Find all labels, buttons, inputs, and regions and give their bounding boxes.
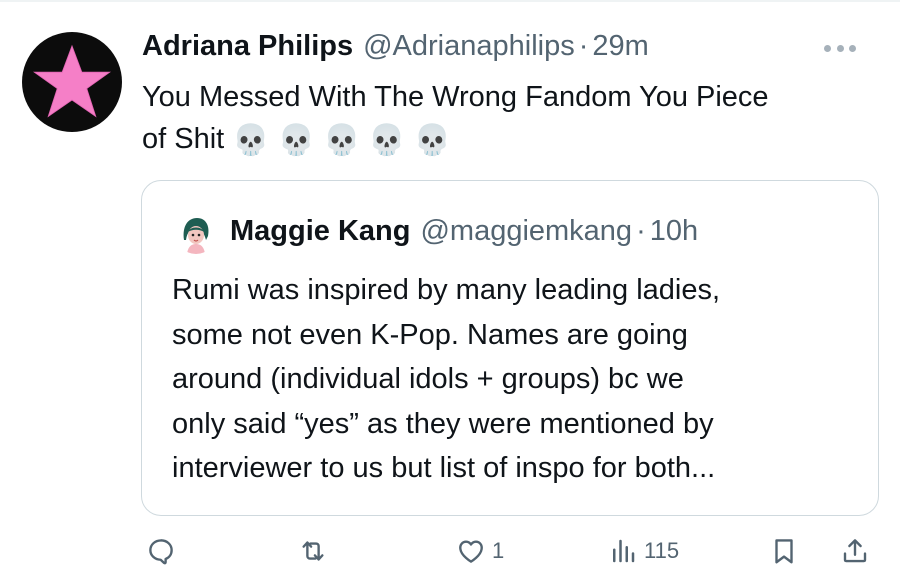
quoted-text-line: interviewer to us but list of inspo for … xyxy=(172,452,716,484)
skull-emoji: 💀 xyxy=(413,124,452,157)
like-count: 1 xyxy=(492,538,505,563)
reply-button[interactable] xyxy=(146,536,182,566)
quoted-author-avatar[interactable] xyxy=(176,214,216,254)
author-avatar[interactable] xyxy=(22,32,122,132)
author-handle[interactable]: @Adrianaphilips xyxy=(363,30,575,63)
quoted-author-handle[interactable]: @maggiemkang xyxy=(420,215,632,248)
quoted-text-line: only said “yes” as they were mentioned b… xyxy=(172,407,714,440)
quoted-text-line: Rumi was inspired by many leading ladies… xyxy=(172,274,721,306)
share-icon xyxy=(843,539,867,563)
share-button[interactable] xyxy=(840,536,870,566)
more-options-button[interactable] xyxy=(820,38,860,58)
tweet-text: You Messed With The Wrong Fandom You Pie… xyxy=(142,76,882,162)
heart-icon xyxy=(459,540,483,563)
tweet-header: Adriana Philips @Adrianaphilips · 29m xyxy=(142,30,649,70)
skull-emoji: 💀 xyxy=(368,124,406,157)
pink-star-icon xyxy=(33,44,111,118)
more-dot-icon xyxy=(849,44,856,52)
views-count: 115 xyxy=(644,538,680,563)
retweet-icon xyxy=(302,541,324,561)
quoted-tweet-time[interactable]: 10h xyxy=(650,215,698,248)
retweet-button[interactable] xyxy=(298,536,334,566)
bookmark-icon xyxy=(775,539,793,564)
reply-icon xyxy=(149,539,173,565)
quoted-tweet-card[interactable]: Maggie Kang @maggiemkang · 10h Rumi was … xyxy=(141,180,879,516)
quoted-author-name[interactable]: Maggie Kang xyxy=(230,215,410,248)
quoted-text-line: some not even K-Pop. Names are going xyxy=(172,318,688,351)
top-divider xyxy=(0,0,900,2)
bookmark-button[interactable] xyxy=(769,536,799,566)
views-bar-chart-icon xyxy=(613,539,635,563)
separator-dot: · xyxy=(636,215,646,247)
separator-dot: · xyxy=(578,30,589,62)
like-button[interactable]: 1 xyxy=(456,536,504,566)
quoted-tweet-text: Rumi was inspired by many leading ladies… xyxy=(172,268,862,491)
views-button[interactable]: 115 xyxy=(608,536,679,566)
quoted-text-line: around (individual idols + groups) bc we xyxy=(172,363,684,395)
tweet-text-line: You Messed With The Wrong Fandom You Pie… xyxy=(142,81,769,113)
skull-emoji: 💀 xyxy=(232,124,270,157)
action-bar: 1 115 xyxy=(0,530,900,580)
cartoon-girl-avatar-icon xyxy=(176,214,216,254)
more-dot-icon xyxy=(836,44,844,52)
tweet-time[interactable]: 29m xyxy=(592,30,648,63)
tweet-text-fragment: of Shit xyxy=(142,123,225,155)
skull-emoji: 💀 xyxy=(277,124,315,157)
more-dot-icon xyxy=(824,44,831,52)
tweet-text-line: of Shit 💀 💀 💀 💀 💀 xyxy=(142,118,882,162)
skull-emoji: 💀 xyxy=(322,124,361,157)
quoted-tweet-header: Maggie Kang @maggiemkang · 10h xyxy=(230,215,698,251)
author-name[interactable]: Adriana Philips xyxy=(142,30,353,63)
